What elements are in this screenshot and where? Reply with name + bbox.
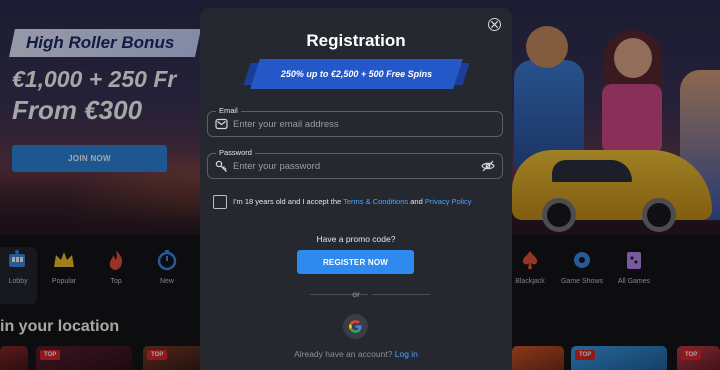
login-link[interactable]: Log in (395, 349, 418, 359)
eye-slash-icon[interactable] (481, 160, 495, 172)
or-divider-text: or (352, 289, 360, 299)
promo-code-link[interactable]: Have a promo code? (200, 234, 512, 244)
terms-link[interactable]: Terms & Conditions (343, 197, 408, 206)
login-prompt: Already have an account? Log in (294, 349, 418, 359)
registration-modal: Registration 250% up to €2,500 + 500 Fre… (200, 8, 512, 370)
divider (372, 294, 430, 295)
register-button[interactable]: REGISTER NOW (297, 250, 414, 274)
close-icon (491, 21, 498, 28)
envelope-icon (215, 118, 228, 130)
close-button[interactable] (488, 18, 501, 31)
age-terms-checkbox[interactable] (213, 195, 227, 209)
email-field: Email (207, 106, 503, 137)
email-input[interactable] (233, 112, 473, 136)
password-input[interactable] (233, 154, 473, 178)
password-field: Password (207, 148, 503, 179)
google-icon (349, 320, 362, 333)
google-signin-button[interactable] (343, 314, 368, 339)
key-icon (215, 160, 227, 172)
modal-title: Registration (306, 31, 406, 50)
terms-text: I'm 18 years old and I accept the Terms … (233, 197, 472, 206)
privacy-policy-link[interactable]: Privacy Policy (425, 197, 472, 206)
promo-banner: 250% up to €2,500 + 500 Free Spins (280, 69, 433, 79)
